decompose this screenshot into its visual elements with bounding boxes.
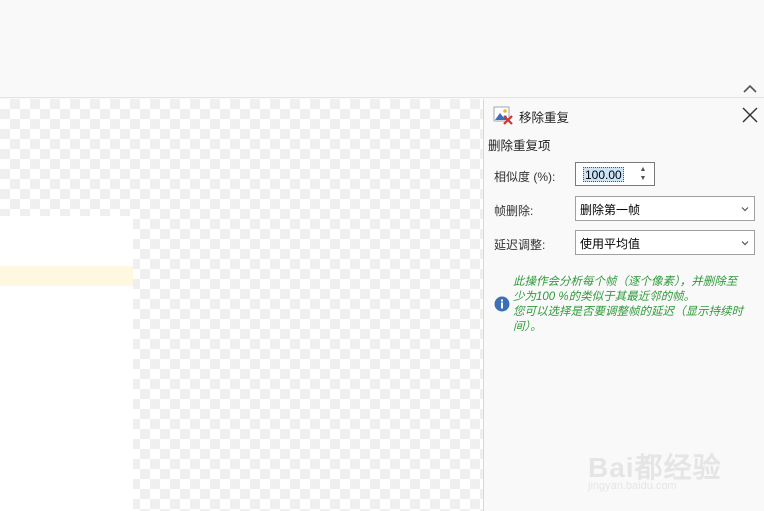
frame-removal-select[interactable]: 删除第一帧 <box>575 196 755 221</box>
stepper-down-icon[interactable]: ▼ <box>638 174 648 183</box>
delay-adjust-label: 延迟调整: <box>494 238 546 252</box>
watermark-url: jingyan.baidu.com <box>588 480 677 492</box>
delay-adjust-value: 使用平均值 <box>580 237 641 251</box>
stepper-up-icon[interactable]: ▲ <box>638 165 648 174</box>
close-icon[interactable] <box>741 106 759 124</box>
chevron-up-icon[interactable] <box>742 82 758 96</box>
info-line: 您可以选择是否要调整帧的延迟（显示持续时 <box>513 306 743 318</box>
delay-adjust-select[interactable]: 使用平均值 <box>575 230 755 255</box>
frame-preview <box>0 216 133 511</box>
stepper-arrows: ▲ ▼ <box>638 165 648 183</box>
info-line: 间）。 <box>513 321 542 333</box>
info-line: 少为100 %的类似于其最近邻的帧。 <box>513 291 696 303</box>
chevron-down-icon <box>741 241 749 246</box>
info-line: 此操作会分析每个帧（逐个像素），并删除至 <box>513 276 738 288</box>
info-text: 此操作会分析每个帧（逐个像素），并删除至 少为100 %的类似于其最近邻的帧。 … <box>513 275 761 335</box>
watermark: Bai都经验 jingyan.baidu.com <box>588 428 738 498</box>
section-title: 删除重复项 <box>488 139 551 153</box>
ribbon <box>0 0 764 98</box>
chevron-down-icon <box>741 207 749 212</box>
info-icon <box>494 296 510 312</box>
canvas-area <box>0 99 483 511</box>
frame-highlight <box>0 266 133 286</box>
similarity-value[interactable]: 100.00 <box>583 167 624 182</box>
frame-removal-value: 删除第一帧 <box>580 203 641 217</box>
panel-header: 移除重复 <box>484 99 764 129</box>
frame-removal-label: 帧删除: <box>494 204 534 218</box>
image-remove-icon <box>493 106 513 125</box>
similarity-label: 相似度 (%): <box>494 170 556 184</box>
panel-title: 移除重复 <box>519 111 570 125</box>
similarity-stepper[interactable]: 100.00 ▲ ▼ <box>575 162 655 186</box>
